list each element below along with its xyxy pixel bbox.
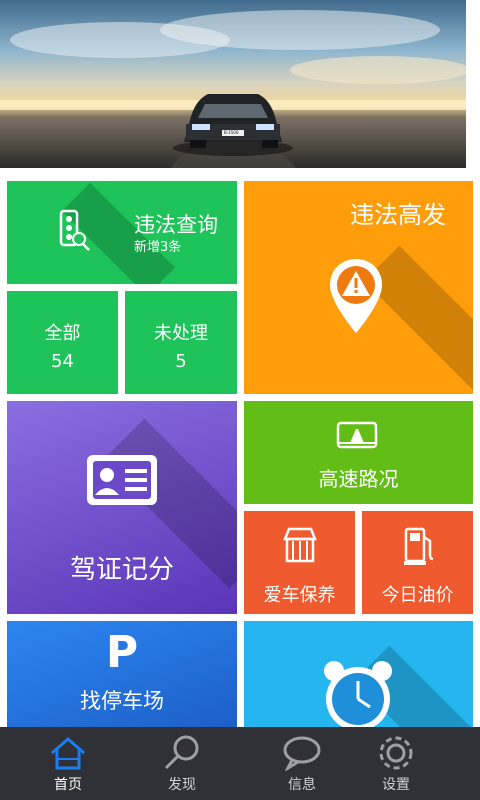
id-card-icon bbox=[87, 455, 157, 505]
nav-label-discover: 发现 bbox=[168, 777, 196, 793]
fuel-price-tile[interactable]: 今日油价 bbox=[362, 511, 473, 614]
warning-pin-icon bbox=[330, 259, 382, 333]
parking-title: 找停车场 bbox=[80, 689, 164, 713]
highway-traffic-tile[interactable]: 高速路况 bbox=[244, 401, 473, 504]
road-sign-icon bbox=[336, 421, 378, 449]
car-care-tile[interactable]: 爱车保养 bbox=[244, 511, 355, 614]
hotspots-title: 违法高发 bbox=[350, 201, 446, 229]
parking-p-icon: P bbox=[105, 627, 139, 678]
home-icon bbox=[51, 737, 85, 770]
nav-item-settings[interactable]: 设置 bbox=[336, 727, 456, 800]
parking-tile[interactable]: P 找停车场 bbox=[7, 621, 237, 727]
unprocessed-count: 5 bbox=[175, 351, 187, 372]
license-points-title: 驾证记分 bbox=[69, 555, 174, 585]
alarm-clock-icon bbox=[324, 661, 392, 727]
gear-icon bbox=[379, 736, 413, 770]
nav-label-settings: 设置 bbox=[382, 777, 410, 793]
license-points-tile[interactable]: 驾证记分 bbox=[7, 401, 237, 614]
nav-item-discover[interactable]: 发现 bbox=[122, 727, 242, 800]
car-road-illustration bbox=[0, 10, 470, 168]
search-icon bbox=[164, 735, 199, 770]
shop-icon bbox=[283, 527, 317, 563]
violation-query-title: 违法查询 bbox=[134, 213, 218, 237]
all-count: 54 bbox=[51, 351, 74, 372]
chat-icon bbox=[283, 736, 321, 771]
all-label: 全部 bbox=[44, 323, 81, 344]
hero-banner: B-1500 bbox=[0, 0, 470, 168]
unprocessed-violations-tile[interactable]: 未处理 5 bbox=[125, 291, 237, 394]
unprocessed-label: 未处理 bbox=[154, 323, 208, 344]
violation-query-tile[interactable]: 违法查询 新增3条 bbox=[7, 181, 237, 284]
violation-query-subtitle: 新增3条 bbox=[134, 240, 182, 255]
alarm-tile[interactable] bbox=[244, 621, 473, 727]
fuel-pump-icon bbox=[404, 527, 434, 565]
violation-hotspots-tile[interactable]: 违法高发 bbox=[244, 181, 473, 394]
highway-title: 高速路况 bbox=[318, 467, 399, 491]
license-plate: B-1500 bbox=[224, 130, 239, 135]
traffic-light-icon bbox=[59, 209, 90, 251]
car-care-title: 爱车保养 bbox=[263, 585, 336, 606]
nav-item-home[interactable]: 首页 bbox=[8, 727, 128, 800]
nav-label-home: 首页 bbox=[54, 777, 82, 793]
fuel-price-title: 今日油价 bbox=[381, 585, 454, 606]
all-violations-tile[interactable]: 全部 54 bbox=[7, 291, 118, 394]
